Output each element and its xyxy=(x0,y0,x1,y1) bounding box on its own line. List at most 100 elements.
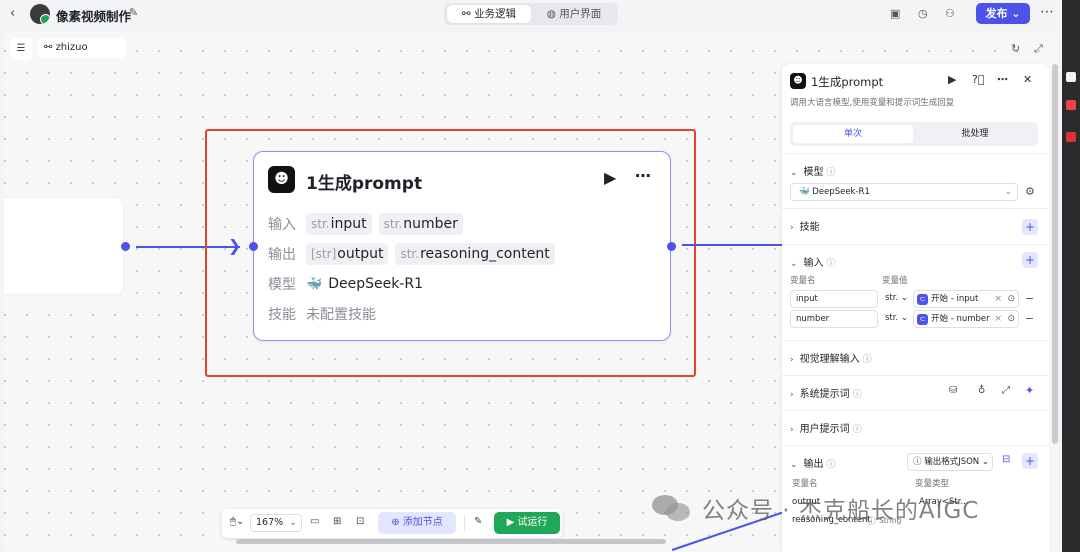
node-config-panel: ☻ 1生成prompt ▶ ?⃝ ⋯ ✕ 调用大语言模型,使用变量和提示词生成回… xyxy=(782,64,1049,552)
back-icon[interactable]: ‹ xyxy=(10,6,15,21)
ai-optimize-icon[interactable]: ✦ xyxy=(1025,384,1034,397)
add-input-button[interactable]: + xyxy=(1022,252,1038,268)
divider xyxy=(464,515,465,532)
workflow-name[interactable]: ⚯ zhizuo xyxy=(38,38,126,58)
play-icon[interactable]: ▶ xyxy=(948,73,956,86)
bulb-icon[interactable]: ♁ xyxy=(978,385,985,396)
deepseek-icon: 🐳 xyxy=(799,187,810,197)
output-settings-icon[interactable]: ⊟ xyxy=(1002,454,1010,465)
tab-single[interactable]: 单次 xyxy=(793,125,913,143)
panel-description: 调用大语言模型,使用变量和提示词生成回复 xyxy=(790,98,955,108)
start-node-icon: ⊂ xyxy=(917,293,928,305)
llm-node-icon: ☻ xyxy=(268,166,295,193)
vision-input-section: › 视觉理解输入 ⓘ xyxy=(782,340,1049,375)
mouse-mode-icon[interactable]: 🖱⌄ xyxy=(230,516,244,527)
node-title: 1生成prompt xyxy=(306,174,423,194)
close-icon[interactable]: ✕ xyxy=(1023,73,1032,86)
view-switcher: ⚯ 业务逻辑 ◍ 用户界面 xyxy=(444,3,618,25)
start-node-icon: ⊂ xyxy=(917,313,928,325)
output-chip: str.reasoning_content xyxy=(395,243,555,265)
info-icon: ⓘ xyxy=(826,460,836,470)
start-node[interactable] xyxy=(4,198,123,294)
llm-node-icon: ☻ xyxy=(790,73,806,89)
play-icon[interactable]: ▶ xyxy=(604,168,616,187)
node-output-port[interactable] xyxy=(667,242,676,251)
collapse-sidebar-icon[interactable]: ☰ xyxy=(10,38,32,60)
users-icon[interactable]: ⚇ xyxy=(945,7,955,20)
tab-batch[interactable]: 批处理 xyxy=(915,125,1035,143)
more-icon[interactable]: ⋯ xyxy=(1040,4,1054,20)
node-skill-row: 技能 未配置技能 xyxy=(268,307,376,323)
chevron-right-icon: › xyxy=(790,425,794,435)
bottom-toolbar: 🖱⌄ 167% ⌄ ▭ ⊞ ⊡ ⊕ 添加节点 ✎ ▶ 试运行 xyxy=(222,509,562,538)
prompt-library-icon[interactable]: ⛁ xyxy=(949,385,957,396)
history-icon[interactable]: ◷ xyxy=(918,7,928,20)
deepseek-icon: 🐳 xyxy=(306,276,323,292)
app-title: 像素视频制作 xyxy=(56,9,132,24)
horizontal-scrollbar[interactable] xyxy=(236,539,666,544)
more-icon[interactable]: ⋯ xyxy=(635,166,652,185)
node-input-row: 输入 str.input str.number xyxy=(268,213,470,235)
model-section: ⌄ 模型 ⓘ 🐳 DeepSeek-R1 ⌄ ⚙ xyxy=(782,153,1049,208)
output-chip: [str]output xyxy=(306,243,389,265)
remove-input-button[interactable]: − xyxy=(1025,312,1034,325)
remove-input-button[interactable]: − xyxy=(1025,292,1034,305)
tab-business-logic[interactable]: ⚯ 业务逻辑 xyxy=(447,5,531,23)
node-input-port[interactable] xyxy=(249,242,258,251)
target-icon: ⊙ xyxy=(1007,294,1015,304)
variable-name-input[interactable]: input xyxy=(790,290,878,308)
expand-icon[interactable]: ⤢ xyxy=(1002,385,1010,396)
user-prompt-section: › 用户提示词 ⓘ xyxy=(782,410,1049,445)
publish-button[interactable]: 发布 ⌄ xyxy=(976,3,1030,24)
target-icon: ⊙ xyxy=(1007,314,1015,324)
test-run-button[interactable]: ▶ 试运行 xyxy=(494,512,560,534)
help-icon[interactable]: ?⃝ xyxy=(972,73,984,86)
comment-icon[interactable]: ▭ xyxy=(310,516,319,527)
briefcase-icon[interactable]: ▣ xyxy=(890,7,900,20)
system-prompt-section: › 系统提示词 ⓘ ⛁ ♁ ⤢ ✦ xyxy=(782,375,1049,410)
wrench-icon[interactable]: ✎ xyxy=(474,516,482,527)
info-icon: ⓘ xyxy=(852,425,862,435)
zoom-select[interactable]: 167% ⌄ xyxy=(250,514,302,532)
variable-reference[interactable]: ⊂ 开始 - input × ⊙ xyxy=(913,290,1019,308)
info-icon: ⓘ xyxy=(862,355,872,365)
minimap-icon[interactable]: ⊡ xyxy=(356,516,364,527)
chevron-right-icon: › xyxy=(790,390,794,400)
input-section: ⌄ 输入 ⓘ + 变量名 变量值 input str. ⌄ ⊂ 开始 - input ×… xyxy=(782,244,1049,340)
watermark: 公众号 · 杰克船长的AIGC xyxy=(652,488,979,528)
avatar[interactable] xyxy=(30,4,50,24)
node-output-row: 输出 [str]output str.reasoning_content xyxy=(268,243,562,265)
panel-scrollbar[interactable] xyxy=(1052,64,1058,444)
chevron-down-icon: ⌄ xyxy=(790,460,798,470)
expand-icon[interactable]: ⤢ xyxy=(1034,42,1043,56)
desktop-edge xyxy=(1062,0,1080,552)
connection-line xyxy=(682,244,792,246)
chevron-down-icon: ⌄ xyxy=(790,168,798,178)
layout-icon[interactable]: ⊞ xyxy=(333,516,341,527)
info-icon: ⓘ xyxy=(826,168,836,178)
type-select[interactable]: str. ⌄ xyxy=(885,313,908,323)
run-mode-switcher: 单次 批处理 xyxy=(790,122,1038,146)
input-chip: str.input xyxy=(306,213,372,235)
variable-reference[interactable]: ⊂ 开始 - number × ⊙ xyxy=(913,310,1019,328)
refresh-icon[interactable]: ↻ xyxy=(1011,42,1020,55)
more-icon[interactable]: ⋯ xyxy=(997,73,1008,86)
edit-icon[interactable]: ✎ xyxy=(129,6,138,19)
node-model-row: 模型 🐳 DeepSeek-R1 xyxy=(268,276,423,293)
panel-title[interactable]: 1生成prompt xyxy=(811,74,883,90)
chevron-down-icon: ⌄ xyxy=(790,259,798,269)
top-bar: ‹ 像素视频制作 ✎ ⚯ 业务逻辑 ◍ 用户界面 ▣ ◷ ⚇ 发布 ⌄ ⋯ xyxy=(0,0,1062,28)
clear-icon: × xyxy=(994,294,1002,304)
output-format-select[interactable]: ⓘ 输出格式JSON ⌄ xyxy=(907,453,993,471)
model-select[interactable]: 🐳 DeepSeek-R1 ⌄ xyxy=(790,183,1018,201)
type-select[interactable]: str. ⌄ xyxy=(885,293,908,303)
llm-node[interactable]: ☻ 1生成prompt ▶ ⋯ 输入 str.input str.number … xyxy=(253,151,671,341)
variable-name-input[interactable]: number xyxy=(790,310,878,328)
gear-icon[interactable]: ⚙ xyxy=(1025,185,1035,198)
tab-user-interface[interactable]: ◍ 用户界面 xyxy=(532,5,616,23)
add-skill-button[interactable]: + xyxy=(1022,219,1038,235)
clear-icon: × xyxy=(994,314,1002,324)
add-output-button[interactable]: + xyxy=(1022,453,1038,469)
add-node-button[interactable]: ⊕ 添加节点 xyxy=(378,512,456,534)
start-node-output-port[interactable] xyxy=(121,242,130,251)
